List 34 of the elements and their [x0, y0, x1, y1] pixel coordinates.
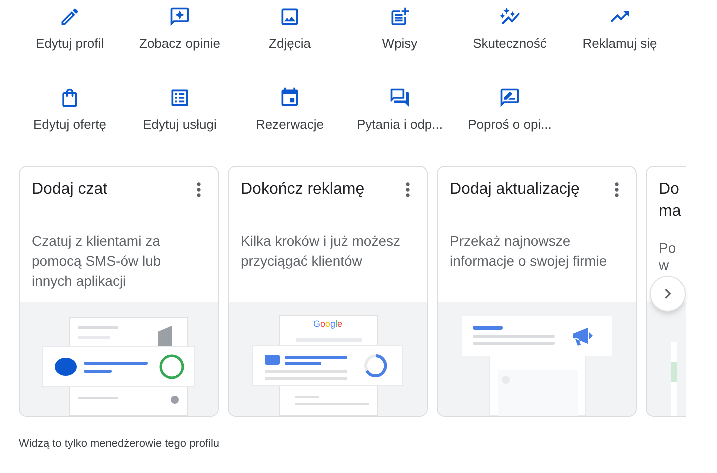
- card-description: w: [659, 257, 670, 274]
- quick-action[interactable]: Edytuj usługi: [125, 85, 235, 152]
- list-icon: [169, 87, 191, 109]
- card-title: ma: [659, 202, 682, 222]
- card-title: Dodaj aktualizację: [450, 180, 580, 200]
- quick-action[interactable]: Poproś o opi...: [455, 85, 565, 152]
- calendar-icon: [279, 87, 301, 109]
- pencil-icon: [59, 6, 81, 28]
- image-icon: [279, 6, 301, 28]
- quick-action[interactable]: Rezerwacje: [235, 85, 345, 152]
- quick-action[interactable]: Skuteczność: [455, 4, 565, 71]
- quick-action[interactable]: Zobacz opinie: [125, 4, 235, 71]
- card-description: Przekaż najnowsze informacje o swojej firmie: [450, 232, 608, 271]
- card-description: Po: [659, 240, 678, 257]
- suggestion-card[interactable]: Dodaj czat Czatuj z klientami za pomocą SMS-ów lub innych aplikacji: [19, 166, 219, 417]
- quick-action[interactable]: Zdjęcia: [235, 4, 345, 71]
- card-title: Dokończ reklamę: [241, 180, 365, 200]
- note-plus-icon: [389, 6, 411, 28]
- pencil-bubble-icon: [499, 87, 521, 109]
- quick-action[interactable]: Edytuj profil: [15, 4, 125, 71]
- card-title: Do: [659, 180, 680, 200]
- quick-action[interactable]: Pytania i odp...: [345, 85, 455, 152]
- card-description: Czatuj z klientami za pomocą SMS-ów lub innych aplikacji: [32, 232, 162, 291]
- quick-action[interactable]: Edytuj ofertę: [15, 85, 125, 152]
- suggestion-card[interactable]: Dokończ reklamę Kilka kroków i już możesz przyciągać klientów Google: [228, 166, 428, 417]
- card-description: Kilka kroków i już możesz przyciągać klientów: [241, 232, 402, 271]
- card-title: Dodaj czat: [32, 180, 108, 200]
- star-bubble-icon: [169, 6, 191, 28]
- suggestion-card[interactable]: Dodaj aktualizację Przekaż najnowsze informacje o swojej firmie: [437, 166, 637, 417]
- footer-note: Widzą to tylko menedżerowie tego profilu: [19, 437, 221, 452]
- quick-action[interactable]: Reklamuj się: [565, 4, 675, 71]
- quick-action[interactable]: Wpisy: [345, 4, 455, 71]
- chat-bubbles-icon: [389, 87, 411, 109]
- google-logo: Google: [313, 320, 343, 329]
